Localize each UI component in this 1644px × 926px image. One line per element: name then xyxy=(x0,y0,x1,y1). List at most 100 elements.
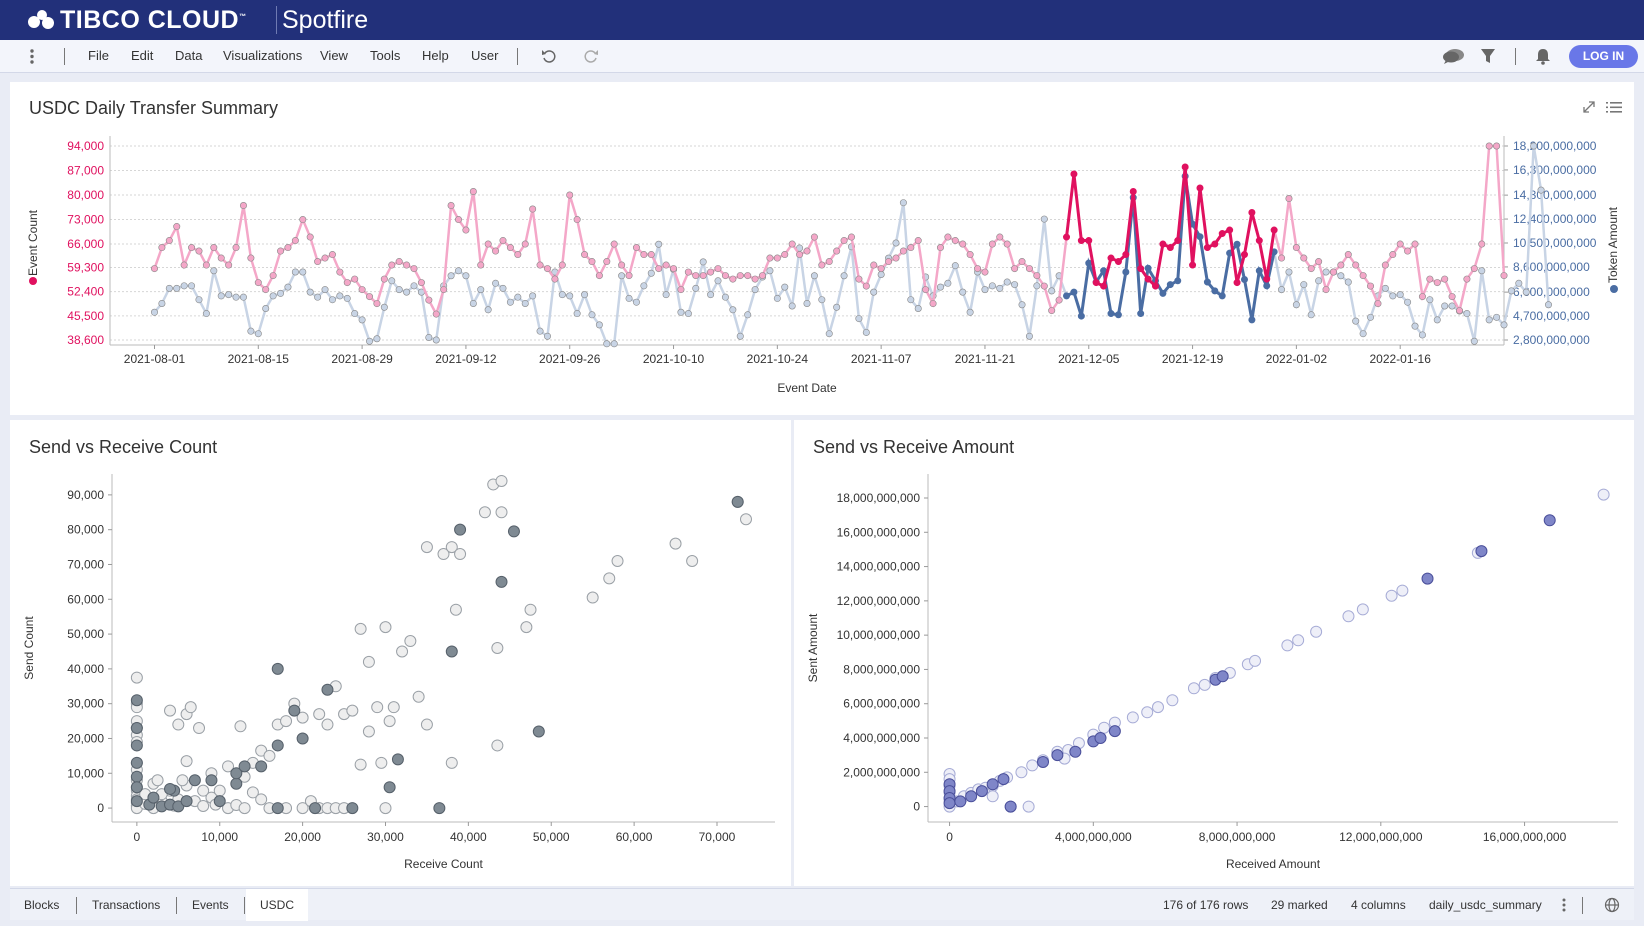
line-point xyxy=(595,321,603,329)
line-point xyxy=(343,294,351,302)
line-point xyxy=(1389,292,1397,300)
line-point xyxy=(773,294,781,302)
line-point xyxy=(1218,292,1226,300)
line-point xyxy=(610,340,618,348)
line-point xyxy=(506,244,514,252)
line-point xyxy=(232,244,240,252)
line-point xyxy=(1441,275,1449,283)
line-point xyxy=(1226,226,1234,234)
line-point xyxy=(1233,279,1241,287)
line-point xyxy=(1070,170,1078,178)
line-point xyxy=(158,299,166,307)
line-point xyxy=(543,265,551,273)
line-point xyxy=(314,258,322,266)
line-point xyxy=(1448,293,1456,301)
line-point xyxy=(1337,272,1345,280)
line-point xyxy=(899,247,907,255)
line-point xyxy=(603,340,611,348)
line-point xyxy=(262,286,270,294)
globe-icon[interactable] xyxy=(1604,897,1620,913)
line-point xyxy=(1493,313,1501,321)
line-point xyxy=(477,261,485,269)
line-point xyxy=(328,251,336,259)
line-point xyxy=(1344,278,1352,286)
tab-blocks[interactable]: Blocks xyxy=(10,889,73,921)
line-point xyxy=(1359,330,1367,338)
tab-transactions[interactable]: Transactions xyxy=(78,889,174,921)
line-point xyxy=(521,240,529,248)
line-point xyxy=(751,286,759,294)
line-point xyxy=(306,233,314,241)
line-point xyxy=(321,254,329,262)
more-vertical-icon[interactable] xyxy=(1560,897,1568,913)
line-point xyxy=(410,282,418,290)
line-point xyxy=(595,272,603,280)
line-point xyxy=(440,286,448,294)
data-table-name[interactable]: daily_usdc_summary xyxy=(1429,898,1542,912)
line-point xyxy=(951,237,959,245)
line-point xyxy=(736,332,744,340)
line-point xyxy=(1114,311,1122,319)
legend-marker xyxy=(29,277,37,285)
line-point xyxy=(1137,265,1145,273)
line-point xyxy=(647,269,655,277)
line-point xyxy=(492,279,500,287)
line-point xyxy=(1374,300,1382,308)
line-point xyxy=(1463,275,1471,283)
line-point xyxy=(358,286,366,294)
x-tick-label: 2021-10-10 xyxy=(643,352,705,366)
line-point xyxy=(462,226,470,234)
line-point xyxy=(1307,265,1315,273)
line-point xyxy=(1396,291,1404,299)
x-tick-label: 2022-01-02 xyxy=(1266,352,1328,366)
line-point xyxy=(403,261,411,269)
line-point xyxy=(225,291,233,299)
line-point xyxy=(1507,287,1515,295)
line-point xyxy=(1003,278,1011,286)
line-point xyxy=(1285,268,1293,276)
line-point xyxy=(1367,313,1375,321)
tab-events[interactable]: Events xyxy=(178,889,243,921)
line-point xyxy=(284,283,292,291)
line-point xyxy=(959,240,967,248)
line-point xyxy=(1485,316,1493,324)
line-point xyxy=(1033,272,1041,280)
tab-usdc[interactable]: USDC xyxy=(246,889,309,921)
line-point xyxy=(877,270,885,278)
line-point xyxy=(1196,233,1204,241)
line-point xyxy=(1018,258,1026,266)
line-point xyxy=(150,265,158,273)
line-point xyxy=(1300,254,1308,262)
line-point xyxy=(328,296,336,304)
line-point xyxy=(996,233,1004,241)
line-point xyxy=(1426,275,1434,283)
line-point xyxy=(1329,268,1337,276)
line-point xyxy=(1530,142,1538,150)
line-point xyxy=(833,247,841,255)
line-point xyxy=(1285,195,1293,203)
line-point xyxy=(536,327,544,335)
line-point xyxy=(150,308,158,316)
y-left-axis-title: Event Count xyxy=(26,209,40,276)
line-point xyxy=(269,292,277,300)
line-point xyxy=(581,251,589,259)
line-point xyxy=(306,288,314,296)
y-right-axis-title: Token Amount xyxy=(1606,206,1620,283)
line-point xyxy=(343,279,351,287)
line-point xyxy=(558,291,566,299)
line-point xyxy=(914,237,922,245)
line-point xyxy=(254,330,262,338)
line-point xyxy=(1270,226,1278,234)
line-point xyxy=(573,310,581,318)
line-point xyxy=(1500,321,1508,329)
y-left-tick-label: 94,000 xyxy=(67,139,104,153)
line-point xyxy=(1248,316,1256,324)
line-point xyxy=(1003,240,1011,248)
line-point xyxy=(1218,230,1226,238)
line-point xyxy=(781,251,789,259)
line-point xyxy=(1337,261,1345,269)
line-point xyxy=(692,272,700,280)
line-point xyxy=(625,272,633,280)
line-point xyxy=(1085,237,1093,245)
line-point xyxy=(981,286,989,294)
